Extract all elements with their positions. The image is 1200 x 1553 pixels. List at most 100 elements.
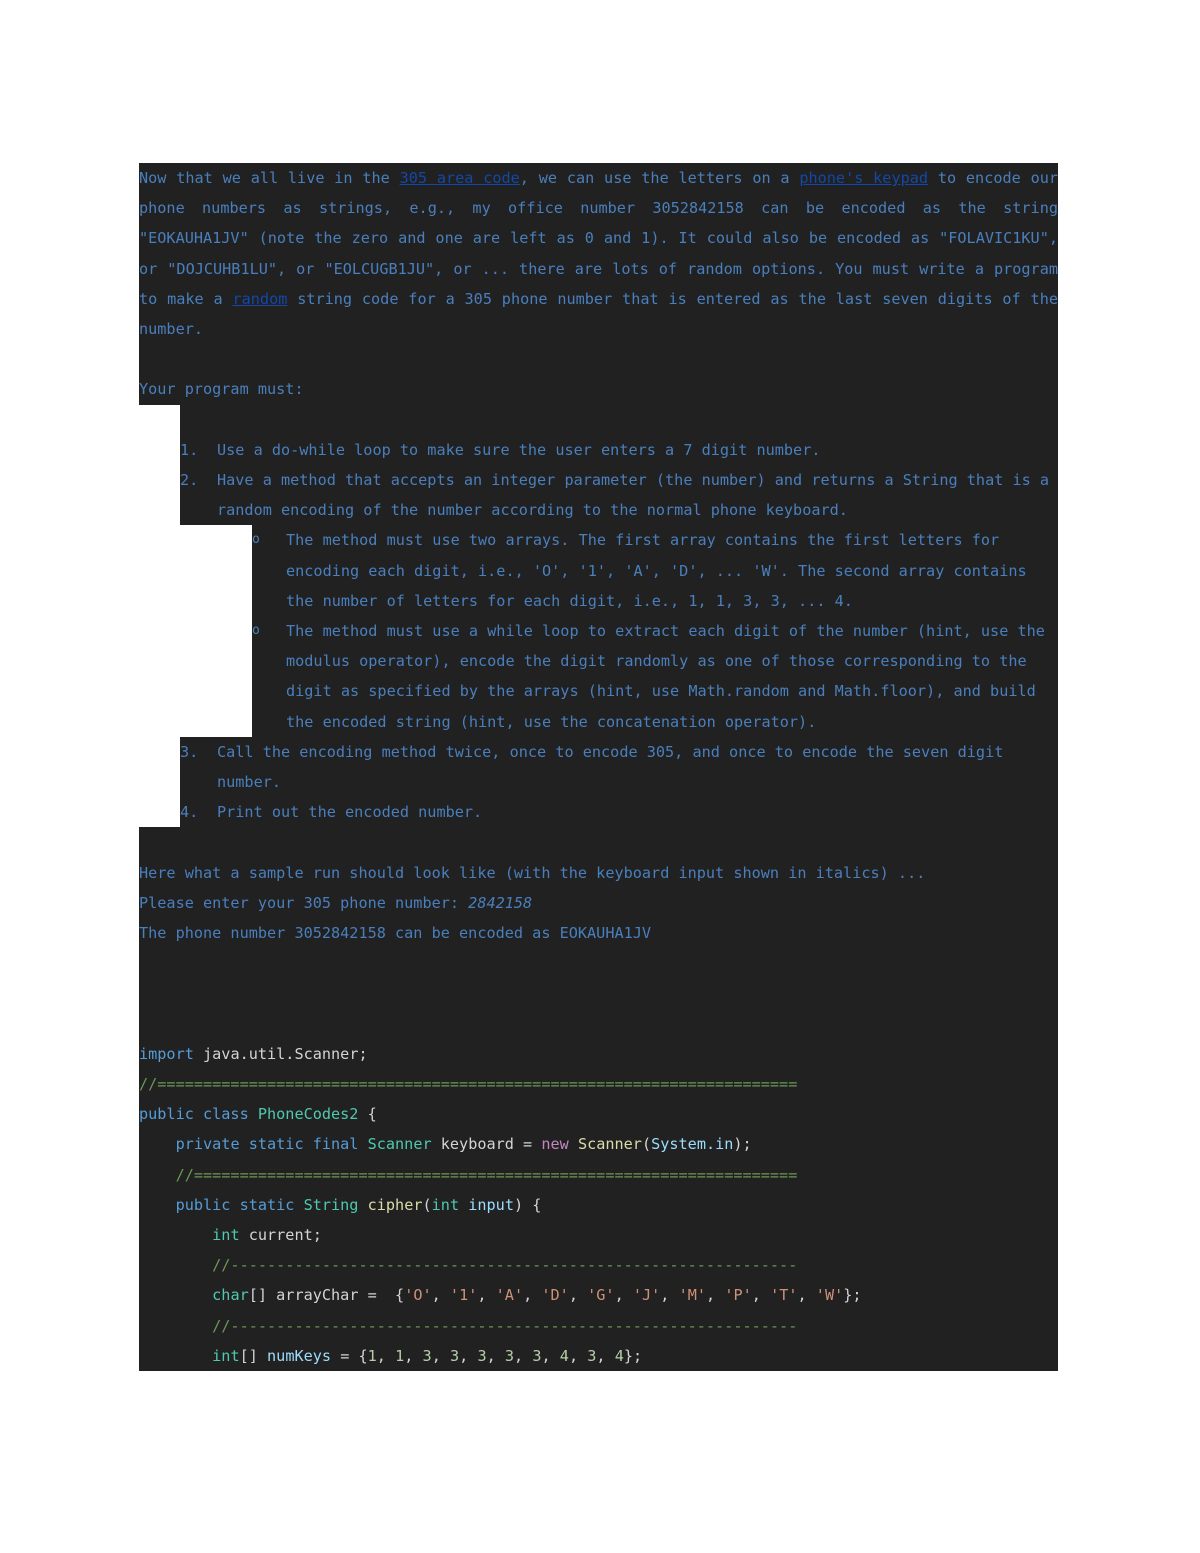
list-item-body: 3. Call the encoding method twice, once … [180,736,1058,798]
code-line: //======================================… [139,1069,1058,1100]
list-marker: 4. [180,803,199,822]
list-item-body: 1. Use a do-while loop to make sure the … [180,434,1058,465]
code-token: , [523,1286,542,1305]
code-line: int[] numKeys = {1, 1, 3, 3, 3, 3, 3, 4,… [139,1340,1058,1372]
spacer-row-lvl1 [139,404,1058,435]
left-gutter [139,465,180,526]
code-token: System.in [651,1135,734,1154]
code-token: public class [139,1105,258,1124]
list-item-body: 2. Have a method that accepts an integer… [180,465,1058,526]
code-token: 'J' [632,1286,661,1305]
code-token: 4 [559,1346,569,1365]
code-token: Scanner [577,1135,642,1154]
code-token: , [596,1346,615,1365]
code-token: //======================================… [139,1165,798,1184]
code-token: ( [422,1195,432,1214]
document-body: Now that we all live in the 305 area cod… [139,163,1059,1372]
code-token: java.util.Scanner; [193,1044,368,1063]
intro-text-c: to encode our phone numbers as strings, … [139,169,1059,308]
sub-list-item: o The method must use two arrays. The fi… [139,525,1058,617]
code-token: ( [641,1135,652,1154]
code-token: , [797,1286,816,1305]
code-token: 'A' [495,1286,524,1305]
code-token: , [751,1286,771,1305]
left-gutter [139,797,180,828]
spacer [139,1008,1058,1039]
sample-run-input: 2842158 [468,893,533,912]
code-token: input [468,1195,514,1214]
link-phones-keypad[interactable]: phone's keypad [799,169,928,187]
code-token: keyboard = [431,1135,542,1154]
code-token: , [541,1346,560,1365]
code-token: , [568,1286,588,1305]
code-token: public static [175,1195,304,1214]
spacer-body [180,404,1058,435]
sample-run-prompt: Please enter your 305 phone number: [139,893,469,912]
sub-list-marker: o [252,623,260,639]
code-token: , [459,1346,478,1365]
code-token: import [139,1044,194,1063]
spacer [139,948,1058,979]
code-line: //--------------------------------------… [139,1310,1058,1341]
sub-list-item-body: o The method must use two arrays. The fi… [252,525,1058,617]
list-item-text: Call the encoding method twice, once to … [217,742,1004,792]
sub-list-marker: o [252,532,260,548]
code-token: , [706,1286,725,1305]
list-marker: 2. [180,471,199,489]
list-item: 3. Call the encoding method twice, once … [139,736,1058,798]
intro-text-a: Now that we all live in the [139,169,400,187]
code-token: , [477,1286,496,1305]
code-token: , [514,1346,533,1365]
code-token: cipher [367,1195,423,1214]
code-line: char[] arrayChar = {'O', '1', 'A', 'D', … [139,1280,1058,1311]
code-token: int [212,1226,240,1245]
code-token: 'G' [587,1286,615,1305]
intro-paragraph: Now that we all live in the 305 area cod… [139,163,1059,345]
code-token: 'D' [541,1286,569,1305]
code-token: 3 [449,1346,460,1365]
code-token: , [614,1286,633,1305]
code-token: 'O' [404,1286,432,1305]
left-gutter [139,434,180,465]
code-token: { [358,1105,377,1124]
code-token: 'P' [724,1286,752,1305]
sample-run-output: The phone number 3052842158 can be encod… [139,918,1058,949]
link-random[interactable]: random [233,290,288,308]
code-line: //--------------------------------------… [139,1250,1058,1281]
code-token: ) { [513,1195,542,1214]
code-token: , [486,1346,505,1365]
list-item-body: 4. Print out the encoded number. [180,797,1058,828]
sample-run-prompt-line: Please enter your 305 phone number: 2842… [139,887,1058,919]
code-token: char [212,1286,249,1305]
code-token: new [541,1135,578,1154]
list-marker: 1. [180,440,199,459]
code-token: , [660,1286,679,1305]
code-token: '1' [449,1286,478,1305]
code-token: int [431,1195,460,1214]
code-token: Scanner [367,1135,432,1154]
left-gutter [139,736,180,798]
code-token: 3 [504,1346,515,1365]
code-token: , [568,1346,588,1365]
sample-run-caption: Here what a sample run should look like … [139,857,1058,888]
list-item: 4. Print out the encoded number. [139,797,1058,828]
code-token: = { [331,1346,368,1365]
code-token: 'W' [815,1286,844,1305]
code-token: current; [239,1226,322,1245]
code-token: //--------------------------------------… [139,1256,798,1275]
code-line: public class PhoneCodes2 { [139,1099,1058,1130]
code-token: }; [623,1346,643,1365]
left-gutter [139,525,252,617]
code-token: ); [733,1135,752,1154]
code-token: , [404,1346,423,1365]
link-305-area-code[interactable]: 305 area code [400,169,520,187]
list-item-text: Have a method that accepts an integer pa… [217,471,1050,520]
code-token: PhoneCodes2 [257,1105,359,1124]
